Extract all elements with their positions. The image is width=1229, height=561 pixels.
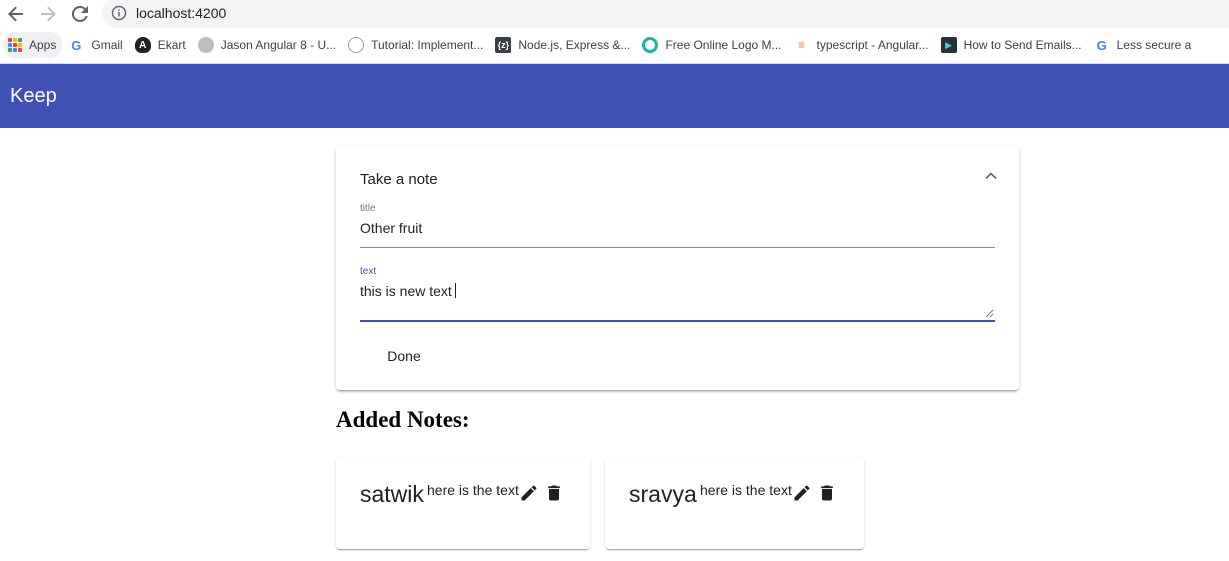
note-title: satwik (360, 481, 424, 507)
note-text: here is the text (427, 482, 519, 498)
bookmark-label: Less secure a (1116, 38, 1192, 52)
forward-arrow-icon[interactable] (36, 2, 60, 26)
browser-chrome: localhost:4200 Apps G Gmail A Ekart Jaso… (0, 0, 1229, 64)
browser-nav-row: localhost:4200 (0, 0, 1229, 28)
back-arrow-icon[interactable] (4, 2, 28, 26)
delete-trash-icon[interactable] (817, 483, 837, 503)
note-text: here is the text (700, 482, 792, 498)
title-field[interactable]: title Other fruit (360, 203, 995, 248)
avatar-icon (197, 37, 214, 53)
zeal-icon: {z} (495, 37, 512, 53)
title-input[interactable]: Other fruit (360, 219, 995, 237)
app-title: Keep (10, 84, 57, 107)
note-card: sravya here is the text (605, 457, 864, 549)
bookmark-apps[interactable]: Apps (3, 32, 63, 58)
text-underline (360, 320, 995, 322)
stackoverflow-icon: ≡ (797, 38, 805, 52)
app-toolbar: Keep (0, 64, 1229, 128)
address-bar[interactable]: localhost:4200 (102, 0, 1229, 28)
bookmark-nodejs[interactable]: {z} Node.js, Express &... (489, 32, 636, 58)
bookmark-ekart[interactable]: A Ekart (129, 32, 192, 58)
delete-trash-icon[interactable] (544, 483, 564, 503)
bookmark-label: Apps (29, 38, 57, 52)
chevron-up-icon[interactable] (983, 168, 999, 184)
note-card: satwik here is the text (336, 457, 590, 549)
title-field-label: title (360, 203, 376, 214)
bookmark-label: Node.js, Express &... (518, 38, 631, 52)
bookmark-label: Gmail (91, 38, 123, 52)
bookmark-label: How to Send Emails... (963, 38, 1082, 52)
video-icon: ▶ (940, 37, 957, 53)
bookmark-label: Free Online Logo M... (665, 38, 782, 52)
panel-header[interactable]: Take a note (336, 146, 1019, 210)
google-icon: G (1096, 37, 1107, 53)
text-textarea[interactable]: this is new text (360, 282, 995, 300)
done-button[interactable]: Done (375, 340, 433, 372)
logo-maker-icon (642, 37, 659, 53)
reload-icon[interactable] (68, 2, 92, 26)
note-title: sravya (629, 481, 697, 507)
bookmark-label: typescript - Angular... (816, 38, 929, 52)
edit-pencil-icon[interactable] (792, 483, 812, 503)
google-icon: G (71, 37, 82, 53)
text-field-label: text (360, 266, 377, 277)
bookmark-jason-angular[interactable]: Jason Angular 8 - U... (192, 32, 342, 58)
bookmark-gmail[interactable]: G Gmail (62, 32, 128, 58)
bookmark-less-secure[interactable]: G Less secure a (1088, 32, 1198, 58)
text-field[interactable]: text this is new text (360, 266, 995, 322)
bookmark-tutorial[interactable]: Tutorial: Implement... (342, 32, 489, 58)
bookmark-label: Jason Angular 8 - U... (220, 38, 337, 52)
apps-grid-icon (8, 38, 22, 52)
bookmarks-bar: Apps G Gmail A Ekart Jason Angular 8 - U… (0, 32, 1229, 58)
bookmark-label: Tutorial: Implement... (371, 38, 484, 52)
bookmark-typescript[interactable]: ≡ typescript - Angular... (788, 32, 935, 58)
bookmark-send-emails[interactable]: ▶ How to Send Emails... (935, 32, 1088, 58)
notes-heading: Added Notes: (336, 407, 470, 432)
bookmark-label: Ekart (157, 38, 186, 52)
bookmark-logo-maker[interactable]: Free Online Logo M... (636, 32, 787, 58)
angular-icon: A (134, 37, 151, 53)
globe-icon (348, 37, 365, 53)
edit-pencil-icon[interactable] (519, 483, 539, 503)
title-underline (360, 247, 995, 248)
resize-grip-icon[interactable] (984, 305, 994, 318)
text-caret (454, 283, 456, 298)
panel-title: Take a note (360, 171, 438, 188)
text-value: this is new text (360, 283, 452, 299)
url-text: localhost:4200 (136, 5, 227, 21)
info-icon[interactable] (111, 5, 127, 21)
